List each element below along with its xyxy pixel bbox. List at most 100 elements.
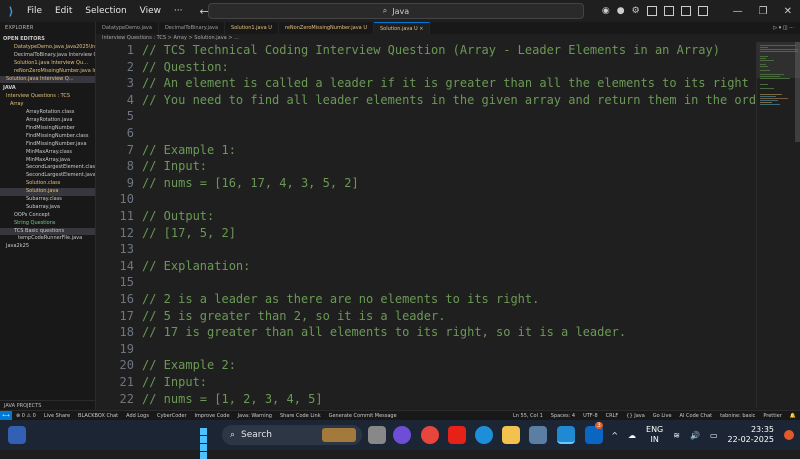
- status-java-warning[interactable]: Java: Warning: [238, 413, 272, 419]
- status-commit-message[interactable]: Generate Commit Message: [329, 413, 397, 419]
- command-search-box[interactable]: ⌕ Java: [208, 3, 584, 19]
- remote-icon[interactable]: ⟷: [0, 411, 12, 420]
- status-live-share[interactable]: Live Share: [44, 413, 70, 419]
- language-indicator[interactable]: ENG IN: [646, 425, 663, 445]
- task-view-icon[interactable]: [368, 426, 386, 444]
- tree-folder[interactable]: Interview Questions : TCS: [0, 93, 95, 101]
- status-improve-code[interactable]: Improve Code: [195, 413, 230, 419]
- tree-file[interactable]: ArrayRotation.java: [0, 117, 95, 125]
- edge-icon[interactable]: [475, 426, 493, 444]
- status-problems[interactable]: ⊗ 0 ⚠ 0: [16, 413, 36, 419]
- code-line: 20// Example 2:: [119, 358, 236, 373]
- status-language[interactable]: {} Java: [626, 413, 645, 419]
- status-prettier[interactable]: Prettier: [763, 413, 781, 419]
- tree-file[interactable]: ArrayRotation.class: [0, 109, 95, 117]
- java-projects-section[interactable]: JAVA PROJECTS: [0, 400, 95, 410]
- chrome-icon[interactable]: [421, 426, 439, 444]
- menu-file[interactable]: File: [27, 6, 42, 16]
- meet-app-icon[interactable]: [393, 426, 411, 444]
- notification-center-icon[interactable]: [784, 430, 794, 440]
- tree-file[interactable]: SecondLargestElement.class: [0, 164, 95, 172]
- start-windows-icon[interactable]: [198, 426, 216, 459]
- tree-folder[interactable]: OOPs Concept: [0, 212, 95, 220]
- menu-selection[interactable]: Selection: [85, 6, 126, 16]
- breadcrumb[interactable]: Interview Questions : TCS > Array > Solu…: [96, 34, 800, 42]
- tab-solution-active[interactable]: Solution.java U ×: [374, 22, 431, 34]
- file-explorer-icon[interactable]: [502, 426, 520, 444]
- toggle-sidebar-icon[interactable]: [646, 6, 657, 16]
- status-add-logs[interactable]: Add Logs: [126, 413, 149, 419]
- code-line: 13: [119, 242, 134, 257]
- status-blackbox[interactable]: BLACKBOX Chat: [78, 413, 118, 419]
- tree-file-selected[interactable]: Solution.java: [0, 188, 95, 197]
- tab-datatype-demo[interactable]: DatatypeDemo.java: [96, 22, 159, 34]
- status-eol[interactable]: CRLF: [606, 413, 619, 419]
- menu-edit[interactable]: Edit: [55, 6, 72, 16]
- code-line: 1// TCS Technical Coding Interview Quest…: [126, 43, 720, 57]
- open-editors-section[interactable]: OPEN EDITORS: [0, 34, 95, 44]
- menu-more[interactable]: ···: [174, 6, 183, 16]
- open-editor-item[interactable]: DecimalToBinary.java Interview Q...: [0, 52, 95, 60]
- java-root-section[interactable]: JAVA: [0, 83, 95, 93]
- status-indent[interactable]: Spaces: 4: [551, 413, 575, 419]
- minimap[interactable]: [756, 42, 800, 408]
- tree-file[interactable]: Subarray.class: [0, 196, 95, 204]
- tree-folder[interactable]: Java2k25: [0, 243, 95, 251]
- tree-file[interactable]: Solution.class: [0, 180, 95, 188]
- status-encoding[interactable]: UTF-8: [583, 413, 598, 419]
- notifications-bell-icon[interactable]: 🔔: [790, 413, 796, 419]
- copilot-icon[interactable]: ◉: [602, 6, 610, 16]
- status-cybercoder[interactable]: CyberCoder: [157, 413, 187, 419]
- battery-icon[interactable]: ▭: [710, 431, 718, 440]
- tree-file[interactable]: FindMissingNumber: [0, 125, 95, 133]
- volume-icon[interactable]: 🔊: [690, 431, 700, 440]
- vertical-scrollbar[interactable]: [795, 42, 800, 142]
- minimize-icon[interactable]: —: [733, 6, 743, 17]
- open-editor-item[interactable]: Solution1.java Interview Qu...: [0, 60, 95, 68]
- tree-file[interactable]: MinMaxArray.class: [0, 149, 95, 157]
- customize-layout-icon[interactable]: [697, 6, 708, 16]
- code-line: 18// 17 is greater than all elements to …: [119, 325, 627, 340]
- widgets-icon[interactable]: [8, 426, 26, 444]
- tree-file[interactable]: MinMaxArray.java: [0, 157, 95, 165]
- status-ai-code-chat[interactable]: AI Code Chat: [680, 413, 713, 419]
- account-icon[interactable]: ●: [617, 6, 625, 16]
- tree-file[interactable]: tempCodeRunnerFile.java: [0, 235, 95, 243]
- vscode-taskbar-icon[interactable]: [557, 426, 575, 444]
- toggle-secondary-sidebar-icon[interactable]: [680, 6, 691, 16]
- run-more-icon[interactable]: ▷ ▾ ◫ ···: [767, 22, 800, 34]
- maximize-icon[interactable]: ❐: [759, 6, 768, 17]
- tree-folder[interactable]: Array: [0, 101, 95, 109]
- vscode-logo-icon: ⟩: [8, 4, 14, 18]
- store-icon[interactable]: [529, 426, 547, 444]
- tree-folder[interactable]: TCS Basic questions: [0, 227, 95, 236]
- tab-missing-number[interactable]: reNonZeroMissingNumber.java U: [279, 22, 374, 34]
- toggle-panel-icon[interactable]: [663, 6, 674, 16]
- tab-solution1[interactable]: Solution1.java U: [225, 22, 279, 34]
- tree-folder[interactable]: String Questions: [0, 220, 95, 228]
- menu-view[interactable]: View: [140, 6, 161, 16]
- tray-overflow-icon[interactable]: ^: [611, 431, 618, 440]
- code-editor[interactable]: 1// TCS Technical Coding Interview Quest…: [96, 42, 756, 408]
- tree-file[interactable]: FindMissingNumber.java: [0, 141, 95, 149]
- onedrive-icon[interactable]: ☁: [628, 431, 636, 440]
- tab-decimal-to-binary[interactable]: DecimalToBinary.java: [159, 22, 226, 34]
- tree-file[interactable]: FindMissingNumber.class: [0, 133, 95, 141]
- status-cursor-position[interactable]: Ln 55, Col 1: [513, 413, 543, 419]
- open-editor-item[interactable]: DatatypeDemo.java Java2025\Int...: [0, 44, 95, 52]
- youtube-icon[interactable]: [448, 426, 466, 444]
- status-go-live[interactable]: Go Live: [653, 413, 672, 419]
- code-line: 5: [126, 109, 134, 124]
- settings-gear-icon[interactable]: ⚙: [632, 6, 640, 16]
- clock[interactable]: 23:35 22-02-2025: [728, 425, 775, 445]
- status-share-code[interactable]: Share Code Link: [280, 413, 321, 419]
- taskbar-search-box[interactable]: ⌕ Search: [222, 425, 362, 445]
- open-editor-item-active[interactable]: Solution.java Interview Q...: [0, 75, 95, 84]
- code-line: 2// Question:: [126, 59, 229, 74]
- open-editor-item[interactable]: reNonZeroMissingNumber.java Int...: [0, 68, 95, 76]
- tree-file[interactable]: SecondLargestElement.java: [0, 172, 95, 180]
- close-icon[interactable]: ✕: [784, 6, 792, 17]
- wifi-icon[interactable]: ≋: [673, 431, 680, 440]
- tree-file[interactable]: Subarray.java: [0, 204, 95, 212]
- status-tabnine[interactable]: tabnine: basic: [720, 413, 755, 419]
